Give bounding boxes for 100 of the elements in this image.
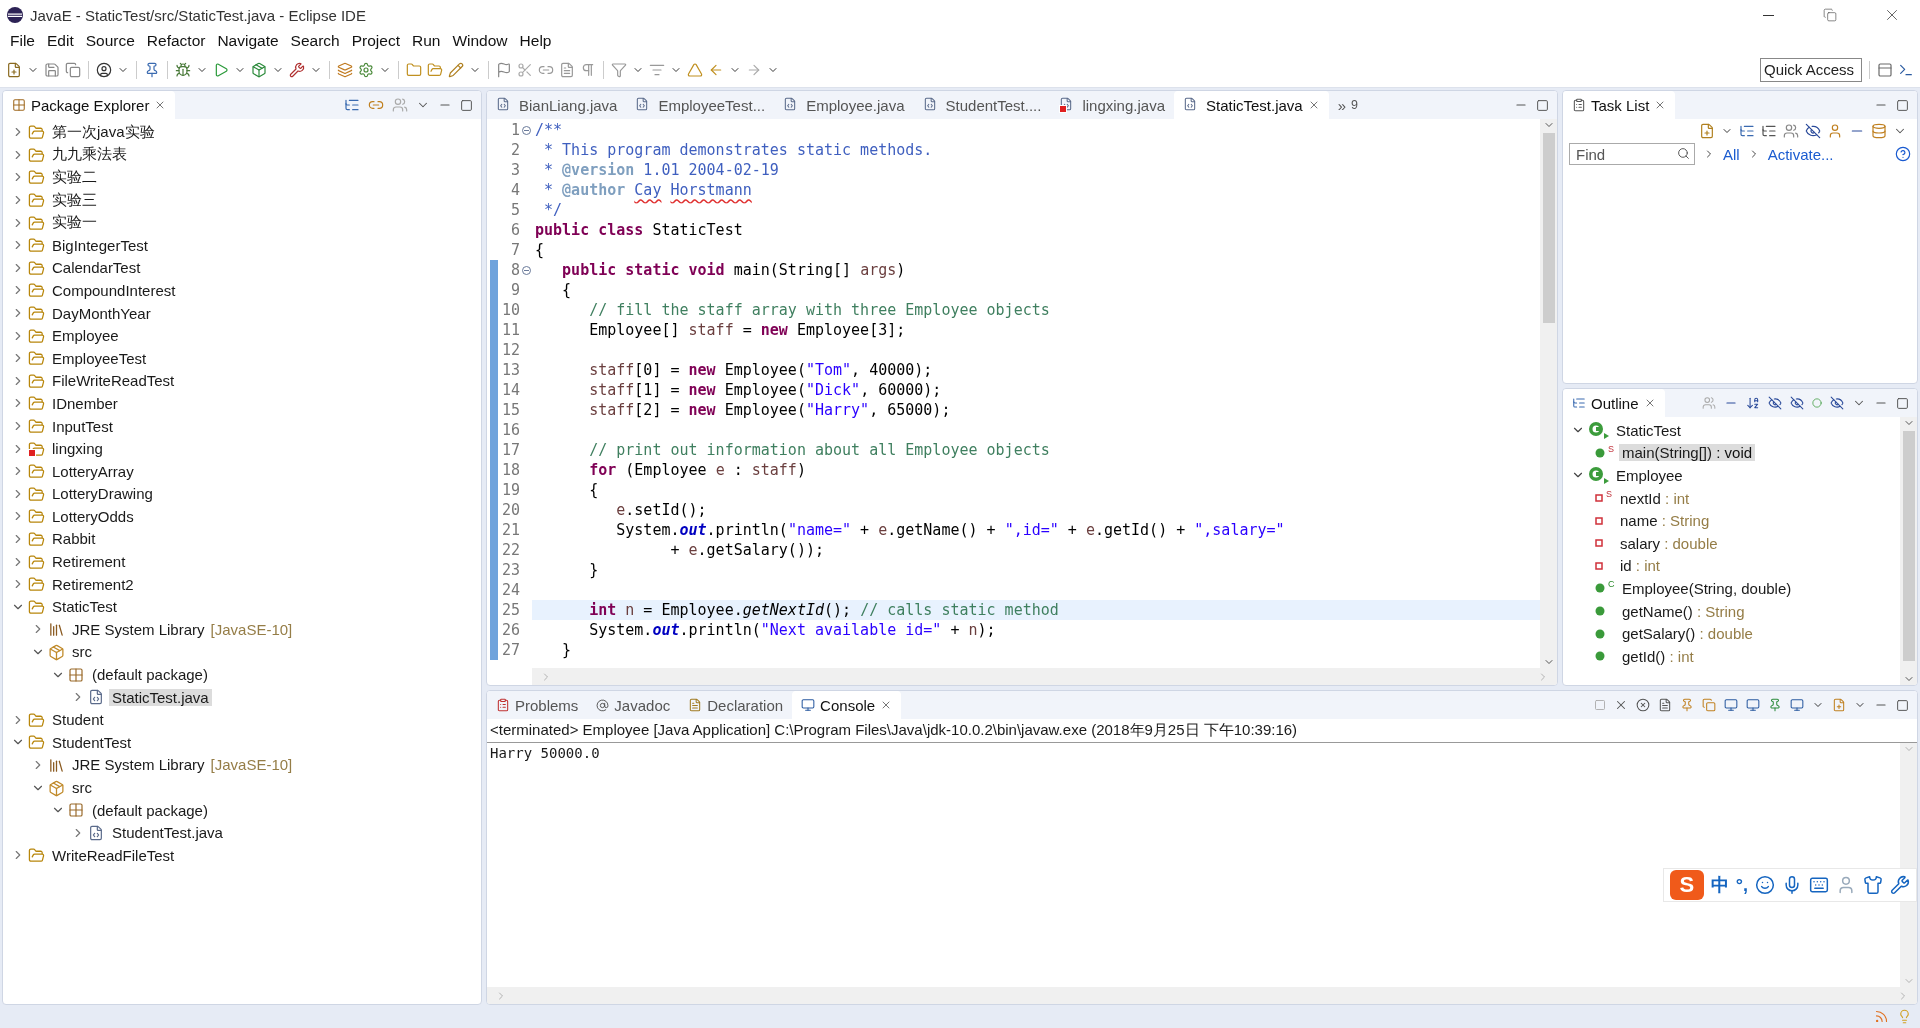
outline-item[interactable]: nextId : int: [1617, 489, 1693, 507]
tree-item[interactable]: 第一次java实验: [49, 122, 158, 142]
scrollbar-thumb[interactable]: [1902, 431, 1915, 661]
outline-item[interactable]: id : int: [1617, 557, 1664, 575]
tree-item[interactable]: Retirement2: [49, 575, 137, 593]
outline-item[interactable]: getSalary() : double: [1619, 625, 1756, 643]
tree-item[interactable]: DayMonthYear: [49, 304, 154, 322]
document-icon[interactable]: [559, 61, 575, 78]
keyboard-icon[interactable]: [1809, 875, 1829, 895]
menu-item[interactable]: Project: [345, 32, 406, 50]
word-wrap-icon[interactable]: [1702, 698, 1716, 712]
help-icon[interactable]: [1895, 146, 1911, 162]
tree-item[interactable]: LotteryArray: [49, 462, 137, 480]
layers-icon[interactable]: [337, 61, 353, 78]
tree-item[interactable]: (default package): [89, 666, 211, 684]
pin-icon[interactable]: [144, 61, 160, 78]
tree-item[interactable]: CalendarTest: [49, 259, 144, 277]
remove-all-icon[interactable]: [1636, 698, 1650, 712]
new-task-icon[interactable]: [1699, 123, 1715, 139]
tree-item[interactable]: EmployeeTest: [49, 349, 150, 367]
tree-item[interactable]: 实验三: [49, 190, 100, 210]
outline-item[interactable]: Employee(String, double): [1619, 579, 1795, 597]
scissors-icon[interactable]: [517, 61, 533, 78]
outline-item[interactable]: main(String[]) : void: [1619, 444, 1756, 462]
scroll-lock-icon[interactable]: [1680, 698, 1694, 712]
hide-local-types-icon[interactable]: [1830, 396, 1844, 410]
tree-item[interactable]: StaticTest.java: [109, 688, 212, 706]
hide-fields-icon[interactable]: [1768, 396, 1782, 410]
shirt-icon[interactable]: [1863, 875, 1883, 895]
save-icon[interactable]: [44, 61, 60, 78]
wrench-icon[interactable]: [289, 61, 305, 78]
microphone-icon[interactable]: [1782, 875, 1802, 895]
sort-icon[interactable]: [1746, 396, 1760, 410]
tree-item[interactable]: StudentTest.java: [109, 824, 226, 842]
person-icon[interactable]: [96, 61, 112, 78]
open-folder-icon[interactable]: [427, 61, 443, 78]
bug-icon[interactable]: [175, 61, 191, 78]
menu-item[interactable]: Help: [513, 32, 558, 50]
outline-item[interactable]: StaticTest: [1613, 421, 1685, 439]
maximize-icon[interactable]: [1896, 698, 1909, 712]
view-tab[interactable]: Outline: [1563, 389, 1665, 417]
rss-icon[interactable]: [1874, 1009, 1889, 1024]
tree-item[interactable]: 九九乘法表: [49, 145, 130, 165]
open-perspective-icon[interactable]: [1877, 61, 1893, 78]
filter-link[interactable]: Activate...: [1767, 145, 1834, 163]
outline-item[interactable]: getId() : int: [1619, 647, 1697, 665]
open-console-icon[interactable]: [1832, 698, 1846, 712]
outline-item[interactable]: salary : double: [1617, 534, 1721, 552]
editor-tab[interactable]: StaticTest.java: [1174, 91, 1329, 119]
tree-item[interactable]: Rabbit: [49, 530, 99, 548]
save-all-icon[interactable]: [65, 61, 81, 78]
tree-item[interactable]: CompoundInterest: [49, 281, 179, 299]
editor-tab[interactable]: StudentTest....: [913, 91, 1051, 119]
editor-tab[interactable]: BianLiang.java: [487, 91, 627, 119]
new-file-icon[interactable]: [6, 61, 22, 78]
tree-item[interactable]: Student: [49, 711, 107, 729]
menu-item[interactable]: Search: [284, 32, 346, 50]
view-tab[interactable]: Javadoc: [587, 691, 680, 719]
tree-item[interactable]: IDnember: [49, 394, 121, 412]
filter-link[interactable]: All: [1723, 145, 1740, 163]
hide-completed-icon[interactable]: [1805, 123, 1821, 139]
outline-item[interactable]: getName() : String: [1619, 602, 1748, 620]
outline-item[interactable]: Employee: [1613, 467, 1686, 484]
remove-launch-icon[interactable]: [1614, 698, 1628, 712]
wrench-icon[interactable]: [1890, 875, 1910, 895]
editor-tab[interactable]: EmployeeTest...: [626, 91, 775, 119]
tree-item[interactable]: JRE System Library: [69, 620, 208, 638]
view-tab[interactable]: Console: [792, 691, 902, 719]
tree-item[interactable]: 实验二: [49, 168, 100, 187]
view-tab[interactable]: Task List: [1563, 91, 1676, 119]
filter-icon[interactable]: [611, 61, 627, 78]
tree-item[interactable]: Retirement: [49, 553, 129, 571]
view-tab[interactable]: Declaration: [679, 691, 793, 719]
tree-item[interactable]: StaticTest: [49, 598, 121, 616]
pilcrow-icon[interactable]: [580, 61, 596, 78]
package-run-icon[interactable]: [251, 61, 267, 78]
tree-item[interactable]: src: [69, 779, 95, 796]
scrollbar-thumb[interactable]: [1542, 133, 1555, 323]
menu-item[interactable]: Refactor: [140, 32, 212, 50]
focus-icon[interactable]: [1783, 123, 1799, 139]
editor-tab[interactable]: lingxing.java: [1050, 91, 1174, 119]
hide-static-icon[interactable]: [1790, 396, 1804, 410]
tree-item[interactable]: BigIntegerTest: [49, 236, 151, 254]
outline-item[interactable]: name : String: [1617, 512, 1713, 530]
pin-console-icon[interactable]: [1768, 698, 1782, 712]
smiley-icon[interactable]: [1755, 875, 1775, 895]
categorized-icon[interactable]: [1739, 123, 1755, 139]
tree-item[interactable]: 实验一: [49, 213, 100, 233]
ime-mode[interactable]: 中: [1710, 873, 1729, 897]
tree-item[interactable]: (default package): [89, 801, 211, 819]
tree-item[interactable]: LotteryOdds: [49, 507, 137, 525]
menu-item[interactable]: Window: [446, 32, 514, 50]
view-tab[interactable]: Problems: [487, 691, 588, 719]
menu-item[interactable]: Edit: [41, 32, 80, 50]
flag-icon[interactable]: [496, 61, 512, 78]
tree-item[interactable]: src: [69, 643, 95, 661]
menu-item[interactable]: Navigate: [211, 32, 285, 50]
clear-console-icon[interactable]: [1658, 698, 1672, 712]
tree-item[interactable]: Employee: [49, 327, 122, 345]
sync-icon[interactable]: [1871, 123, 1887, 139]
